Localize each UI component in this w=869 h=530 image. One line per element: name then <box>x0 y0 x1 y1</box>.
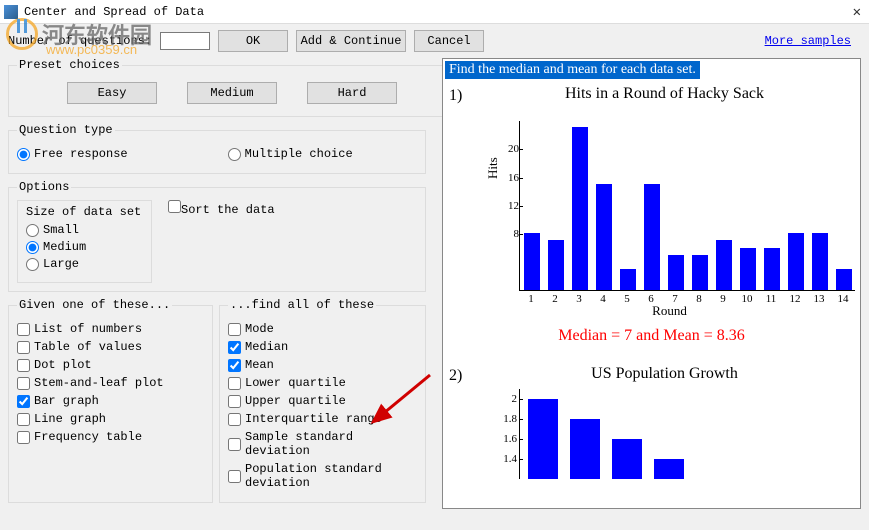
find-item-0[interactable]: Mode <box>228 322 417 336</box>
titlebar: Center and Spread of Data ✕ <box>0 0 869 24</box>
given-legend: Given one of these... <box>17 298 172 312</box>
preset-legend: Preset choices <box>17 58 122 72</box>
given-item-1[interactable]: Table of values <box>17 340 204 354</box>
given-item-3[interactable]: Stem-and-leaf plot <box>17 376 204 390</box>
find-item-7[interactable]: Population standard deviation <box>228 462 417 490</box>
chart2-title: US Population Growth <box>475 365 854 383</box>
close-icon[interactable]: ✕ <box>853 4 861 21</box>
ok-button[interactable]: OK <box>218 30 288 52</box>
given-item-0[interactable]: List of numbers <box>17 322 204 336</box>
easy-button[interactable]: Easy <box>67 82 157 104</box>
find-group: ...find all of these Mode Median Mean Lower… <box>219 298 426 503</box>
size-large-radio[interactable]: Large <box>26 257 143 271</box>
window-title: Center and Spread of Data <box>24 5 204 19</box>
options-group: Options Size of data set Small Medium La… <box>8 180 426 292</box>
multiple-choice-radio[interactable]: Multiple choice <box>228 147 353 161</box>
find-legend: ...find all of these <box>228 298 376 312</box>
preview-prompt: Find the median and mean for each data s… <box>445 61 700 79</box>
numq-input[interactable] <box>160 32 210 50</box>
find-item-5[interactable]: Interquartile range <box>228 412 417 426</box>
preview-pane: Find the median and mean for each data s… <box>442 58 861 509</box>
size-subgroup: Size of data set Small Medium Large <box>17 200 152 283</box>
free-response-radio[interactable]: Free response <box>17 147 128 161</box>
cancel-button[interactable]: Cancel <box>414 30 484 52</box>
find-item-6[interactable]: Sample standard deviation <box>228 430 417 458</box>
add-continue-button[interactable]: Add & Continue <box>296 30 406 52</box>
find-item-3[interactable]: Lower quartile <box>228 376 417 390</box>
given-item-4[interactable]: Bar graph <box>17 394 204 408</box>
more-samples-link[interactable]: More samples <box>765 34 851 48</box>
chart1-title: Hits in a Round of Hacky Sack <box>475 85 854 103</box>
app-icon <box>4 5 18 19</box>
answer-1: Median = 7 and Mean = 8.36 <box>449 327 854 345</box>
preview-scroll[interactable]: 1) Hits in a Round of Hacky Sack Hits Ro… <box>443 81 860 509</box>
size-small-radio[interactable]: Small <box>26 223 143 237</box>
find-item-1[interactable]: Median <box>228 340 417 354</box>
hard-button[interactable]: Hard <box>307 82 397 104</box>
given-item-2[interactable]: Dot plot <box>17 358 204 372</box>
question-type-group: Question type Free response Multiple cho… <box>8 123 426 174</box>
toolbar: Number of questions: OK Add & Continue C… <box>0 24 869 58</box>
question-2: 2) US Population Growth 1.41.61.82 <box>449 361 854 479</box>
question-1: 1) Hits in a Round of Hacky Sack Hits Ro… <box>449 81 854 319</box>
size-medium-radio[interactable]: Medium <box>26 240 143 254</box>
numq-label: Number of questions: <box>8 34 152 48</box>
qtype-legend: Question type <box>17 123 115 137</box>
find-item-2[interactable]: Mean <box>228 358 417 372</box>
given-item-5[interactable]: Line graph <box>17 412 204 426</box>
given-item-6[interactable]: Frequency table <box>17 430 204 444</box>
chart1: Hits Round 81216201234567891011121314 <box>485 109 854 319</box>
medium-button[interactable]: Medium <box>187 82 277 104</box>
size-legend: Size of data set <box>26 205 143 219</box>
given-group: Given one of these... List of numbers Tab… <box>8 298 213 503</box>
chart2: 1.41.61.82 <box>485 389 854 479</box>
find-item-4[interactable]: Upper quartile <box>228 394 417 408</box>
sort-data-checkbox[interactable]: Sort the data <box>168 200 275 217</box>
options-legend: Options <box>17 180 71 194</box>
preset-choices-group: Preset choices Easy Medium Hard <box>8 58 456 117</box>
